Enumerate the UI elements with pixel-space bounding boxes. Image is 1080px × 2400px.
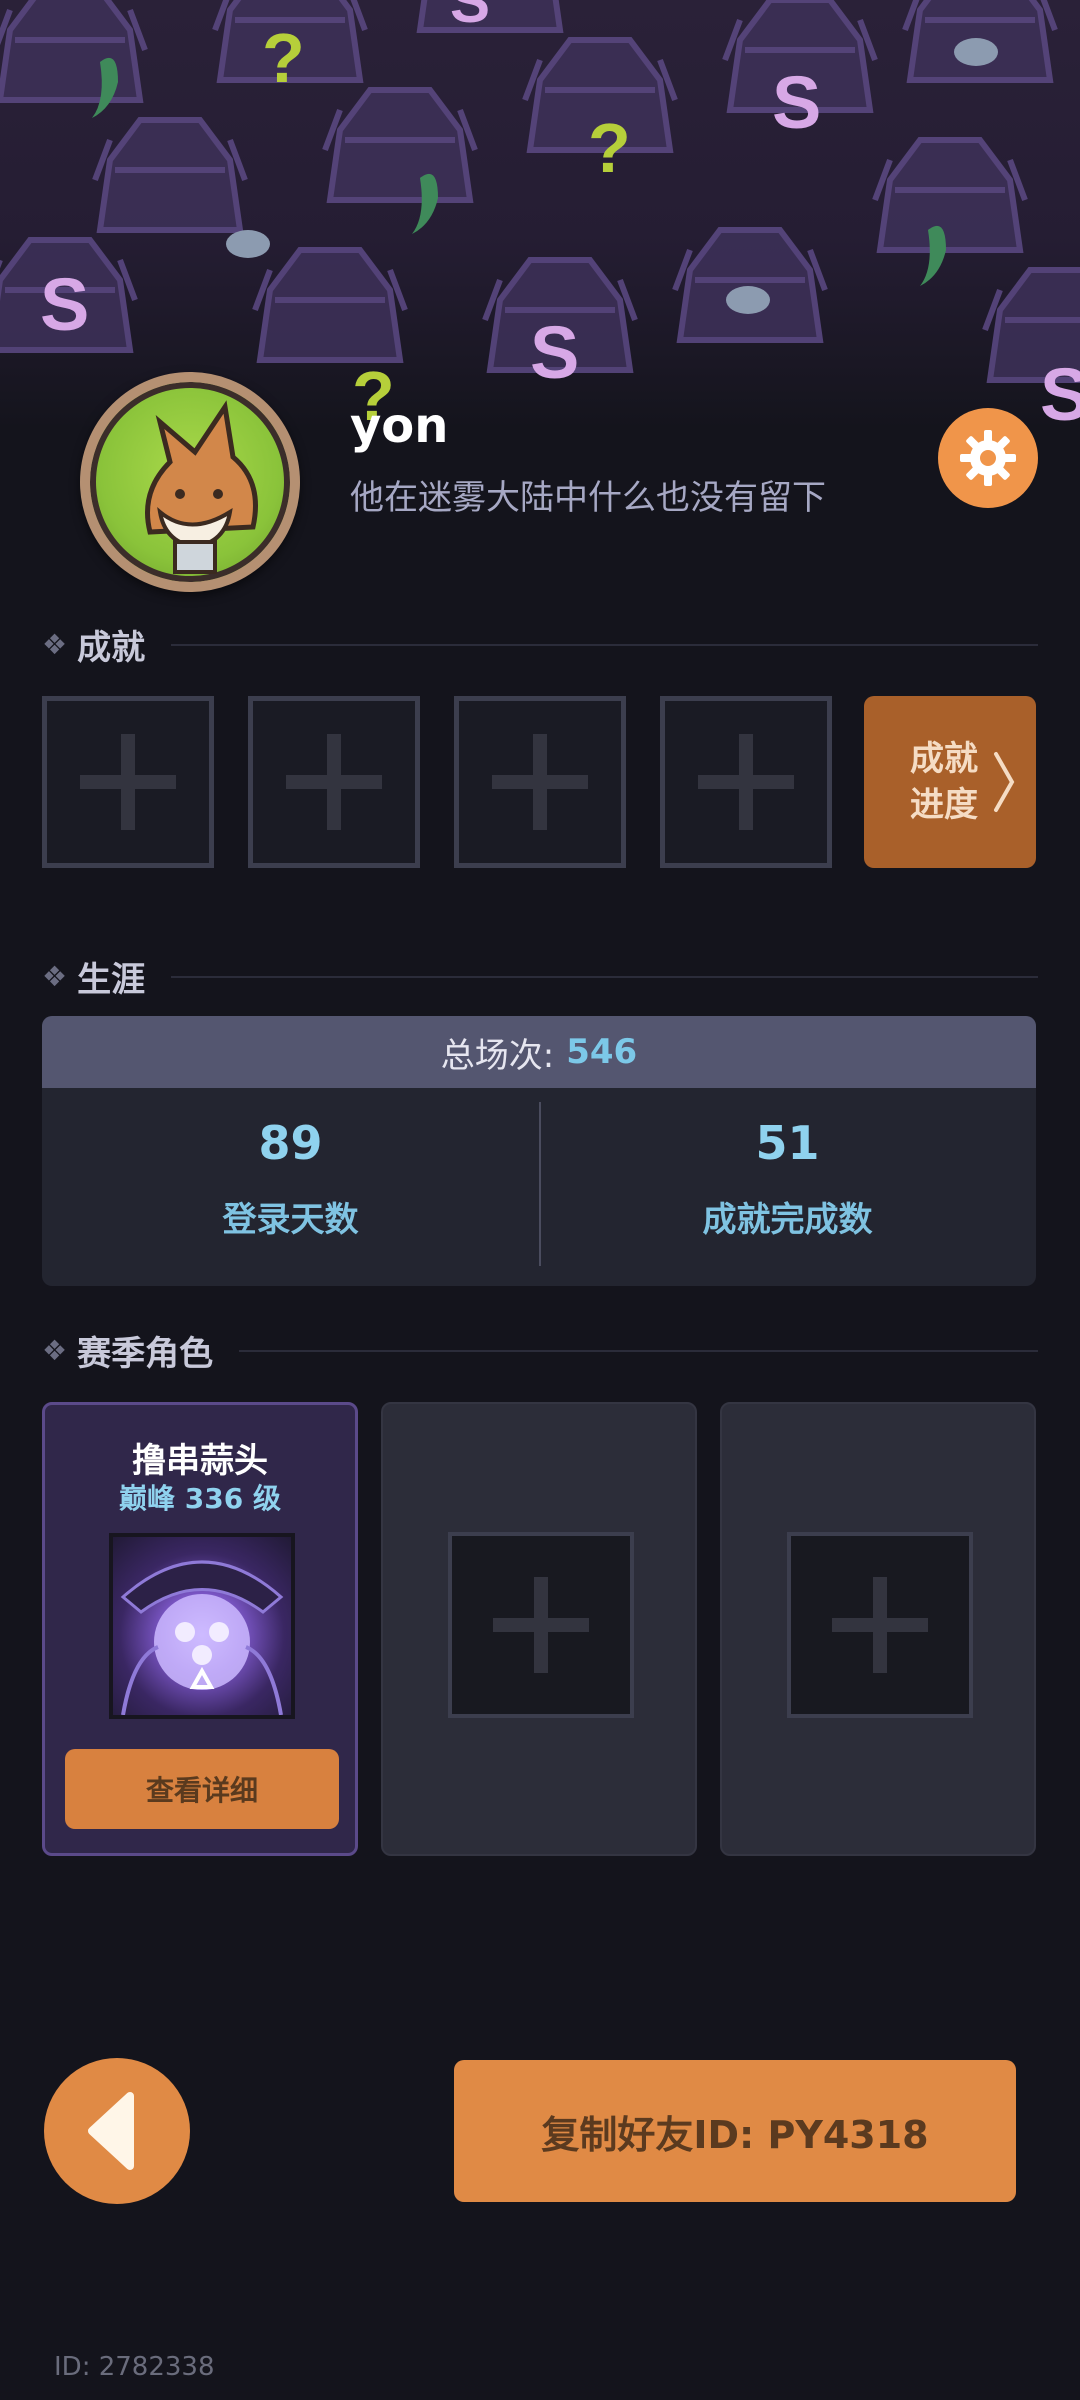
svg-text:?: ? [262, 19, 305, 97]
stat-value: 89 [258, 1116, 323, 1170]
svg-text:S: S [1040, 353, 1080, 430]
achievement-slot[interactable] [660, 696, 832, 868]
achievement-slot[interactable] [454, 696, 626, 868]
progress-label-line2: 进度 [910, 785, 978, 825]
total-matches-value: 546 [566, 1032, 638, 1072]
user-bio: 他在迷雾大陆中什么也没有留下 [350, 478, 826, 518]
achievement-slot[interactable] [42, 696, 214, 868]
achievements-section-header: ❖ 成就 [42, 620, 1038, 669]
svg-text:S: S [450, 0, 490, 35]
total-matches: 总场次: 546 [42, 1016, 1036, 1088]
role-portrait [109, 1533, 295, 1719]
profile-banner: ? ? ? S S S S S [0, 0, 1080, 430]
section-divider [171, 643, 1038, 646]
stat-value: 51 [755, 1116, 820, 1170]
svg-text:S: S [772, 61, 821, 144]
achievement-slot[interactable] [248, 696, 420, 868]
svg-text:?: ? [588, 109, 631, 187]
empty-role-slot [787, 1532, 973, 1718]
section-title: 生涯 [77, 960, 146, 1000]
copy-friend-id-button[interactable]: 复制好友ID: PY4318 [454, 2060, 1016, 2202]
diamond-icon: ❖ [42, 1334, 68, 1367]
role-level: 巅峰 336 级 [119, 1482, 281, 1515]
empty-role-card[interactable] [720, 1402, 1036, 1856]
stat-label: 成就完成数 [702, 1200, 873, 1240]
diamond-icon: ❖ [42, 628, 68, 661]
gear-icon [960, 430, 1016, 486]
total-matches-label: 总场次: [440, 1035, 555, 1076]
role-name: 撸串蒜头 [132, 1441, 268, 1481]
section-divider [171, 975, 1038, 978]
user-id: ID: 2782338 [54, 2352, 215, 2382]
section-divider [239, 1349, 1038, 1352]
season-role-card[interactable]: 撸串蒜头 巅峰 336 级 查看详细 [42, 1402, 358, 1856]
mage-portrait-icon [120, 1560, 284, 1715]
progress-label-line1: 成就 [910, 739, 978, 779]
chevron-right-icon [994, 752, 1015, 812]
back-button[interactable] [44, 2058, 190, 2204]
career-panel: 总场次: 546 89 登录天数 51 成就完成数 [42, 1016, 1036, 1286]
view-details-button[interactable]: 查看详细 [65, 1749, 339, 1829]
settings-button[interactable] [938, 408, 1038, 508]
section-title: 成就 [77, 628, 146, 668]
stat-label: 登录天数 [222, 1200, 359, 1240]
banner-pattern: ? ? ? S S S S S [0, 0, 1080, 430]
achievement-progress-label: 成就 进度 [902, 736, 986, 828]
section-title: 赛季角色 [77, 1334, 214, 1374]
achievement-progress-button[interactable]: 成就 进度 [864, 696, 1036, 868]
avatar[interactable] [80, 372, 300, 592]
username: yon [350, 398, 449, 454]
login-days-stat: 89 登录天数 [42, 1116, 539, 1241]
diamond-icon: ❖ [42, 960, 68, 993]
svg-text:S: S [530, 311, 579, 394]
back-arrow-icon [88, 2092, 134, 2170]
achievements-completed-stat: 51 成就完成数 [539, 1116, 1036, 1241]
season-roles-section-header: ❖ 赛季角色 [42, 1326, 1038, 1375]
career-section-header: ❖ 生涯 [42, 952, 1038, 1001]
empty-role-slot [448, 1532, 634, 1718]
svg-text:S: S [40, 263, 89, 346]
fox-avatar-icon [145, 400, 258, 574]
empty-role-card[interactable] [381, 1402, 697, 1856]
